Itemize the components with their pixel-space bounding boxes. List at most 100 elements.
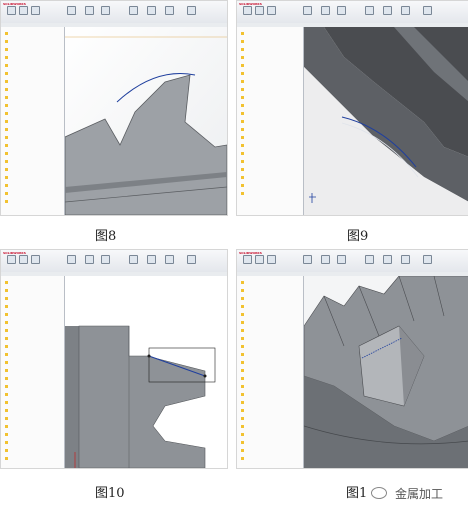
tree-item[interactable] [241, 448, 245, 452]
tree-item[interactable] [5, 199, 9, 203]
rib-icon[interactable] [365, 6, 374, 15]
tree-item[interactable] [241, 143, 245, 147]
tree-item[interactable] [241, 304, 245, 308]
tree-item[interactable] [241, 432, 245, 436]
tree-item[interactable] [241, 320, 245, 324]
tree-item[interactable] [241, 328, 245, 332]
tree-item[interactable] [241, 111, 245, 115]
tree-item[interactable] [241, 408, 245, 412]
tree-item[interactable] [241, 159, 245, 163]
tree-item[interactable] [241, 456, 245, 460]
graphics-viewport[interactable] [304, 276, 468, 468]
cut-icon[interactable] [67, 6, 76, 15]
sweep-icon[interactable] [267, 255, 276, 264]
tree-item[interactable] [241, 360, 245, 364]
reference-geometry-icon[interactable] [165, 255, 174, 264]
tree-item[interactable] [241, 103, 245, 107]
tree-item[interactable] [5, 352, 9, 356]
tree-item[interactable] [5, 119, 9, 123]
curves-icon[interactable] [423, 255, 432, 264]
curves-icon[interactable] [187, 255, 196, 264]
tree-item[interactable] [241, 167, 245, 171]
tree-item[interactable] [241, 55, 245, 59]
tree-item[interactable] [5, 39, 9, 43]
revolve-icon[interactable] [19, 255, 28, 264]
fillet-icon[interactable] [321, 255, 330, 264]
tree-item[interactable] [5, 111, 9, 115]
tree-item[interactable] [5, 31, 9, 35]
tree-item[interactable] [241, 424, 245, 428]
extrude-icon[interactable] [243, 255, 252, 264]
tree-item[interactable] [5, 456, 9, 460]
tree-item[interactable] [241, 183, 245, 187]
fillet-icon[interactable] [85, 6, 94, 15]
draft-icon[interactable] [383, 255, 392, 264]
tree-item[interactable] [5, 320, 9, 324]
tree-item[interactable] [241, 400, 245, 404]
tree-item[interactable] [5, 448, 9, 452]
tree-item[interactable] [5, 384, 9, 388]
tree-item[interactable] [5, 63, 9, 67]
pattern-icon[interactable] [337, 6, 346, 15]
tree-item[interactable] [5, 175, 9, 179]
tree-item[interactable] [5, 55, 9, 59]
tree-item[interactable] [5, 159, 9, 163]
tree-item[interactable] [5, 312, 9, 316]
tree-item[interactable] [5, 376, 9, 380]
fillet-icon[interactable] [85, 255, 94, 264]
tree-item[interactable] [5, 135, 9, 139]
revolve-icon[interactable] [255, 6, 264, 15]
fillet-icon[interactable] [321, 6, 330, 15]
tree-item[interactable] [5, 191, 9, 195]
graphics-viewport[interactable] [65, 27, 227, 215]
tree-item[interactable] [5, 151, 9, 155]
pattern-icon[interactable] [337, 255, 346, 264]
tree-item[interactable] [5, 288, 9, 292]
extrude-icon[interactable] [7, 255, 16, 264]
tree-item[interactable] [241, 175, 245, 179]
extrude-icon[interactable] [243, 6, 252, 15]
tree-item[interactable] [241, 296, 245, 300]
sweep-icon[interactable] [31, 6, 40, 15]
tree-item[interactable] [5, 103, 9, 107]
tree-item[interactable] [241, 280, 245, 284]
tree-item[interactable] [5, 408, 9, 412]
rib-icon[interactable] [129, 6, 138, 15]
tree-item[interactable] [5, 328, 9, 332]
tree-item[interactable] [5, 296, 9, 300]
tree-item[interactable] [241, 352, 245, 356]
tree-item[interactable] [241, 288, 245, 292]
tree-item[interactable] [5, 143, 9, 147]
draft-icon[interactable] [147, 6, 156, 15]
reference-geometry-icon[interactable] [401, 6, 410, 15]
tree-item[interactable] [5, 167, 9, 171]
draft-icon[interactable] [383, 6, 392, 15]
feature-tree[interactable] [1, 27, 65, 215]
tree-item[interactable] [241, 440, 245, 444]
tree-item[interactable] [5, 416, 9, 420]
reference-geometry-icon[interactable] [165, 6, 174, 15]
tree-item[interactable] [5, 360, 9, 364]
tree-item[interactable] [241, 95, 245, 99]
reference-geometry-icon[interactable] [401, 255, 410, 264]
tree-item[interactable] [241, 191, 245, 195]
tree-item[interactable] [5, 127, 9, 131]
cut-icon[interactable] [303, 6, 312, 15]
tree-item[interactable] [5, 183, 9, 187]
tree-item[interactable] [241, 31, 245, 35]
feature-tree[interactable] [237, 27, 304, 215]
tree-item[interactable] [241, 63, 245, 67]
rib-icon[interactable] [365, 255, 374, 264]
tree-item[interactable] [5, 440, 9, 444]
tree-item[interactable] [241, 384, 245, 388]
tree-item[interactable] [5, 336, 9, 340]
tree-item[interactable] [241, 47, 245, 51]
tree-item[interactable] [241, 344, 245, 348]
tree-item[interactable] [5, 344, 9, 348]
tree-item[interactable] [241, 79, 245, 83]
tree-item[interactable] [5, 280, 9, 284]
tree-item[interactable] [5, 424, 9, 428]
tree-item[interactable] [5, 392, 9, 396]
tree-item[interactable] [5, 368, 9, 372]
tree-item[interactable] [241, 39, 245, 43]
